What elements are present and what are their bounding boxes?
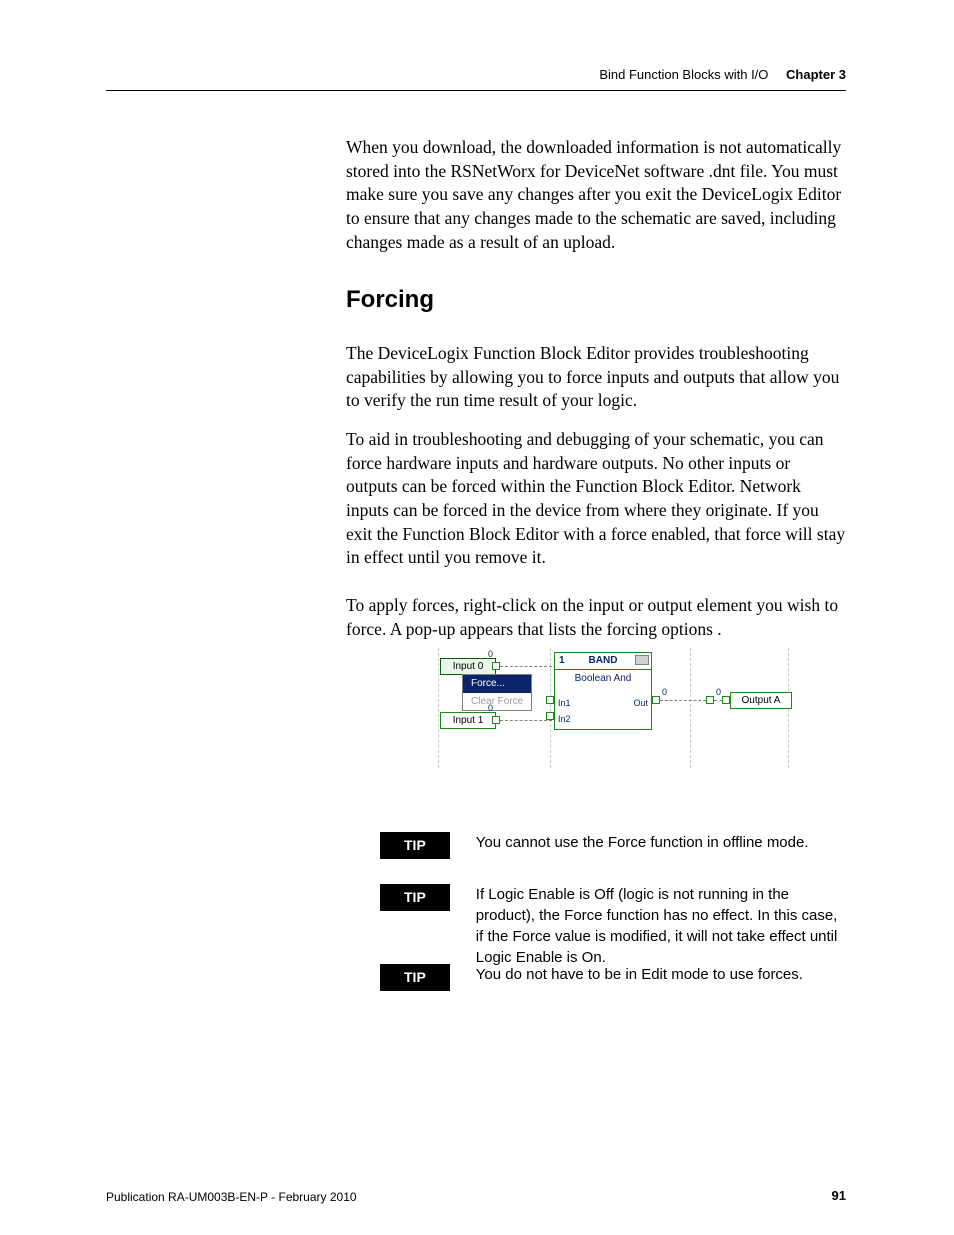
grid-line <box>690 648 691 768</box>
port-stub <box>492 662 500 670</box>
wire <box>660 700 706 701</box>
value-zero: 0 <box>662 686 667 698</box>
tip-text: You cannot use the Force function in off… <box>476 832 846 853</box>
tip-row: TIP You cannot use the Force function in… <box>380 832 846 859</box>
port-stub <box>706 696 714 704</box>
port-stub <box>492 716 500 724</box>
header-section: Bind Function Blocks with I/O <box>599 67 768 82</box>
tip-badge: TIP <box>380 832 450 859</box>
heading-forcing: Forcing <box>346 284 846 316</box>
header-chapter: Chapter 3 <box>786 67 846 82</box>
menu-item-clear-force: Clear Force <box>463 693 531 711</box>
port-stub <box>652 696 660 704</box>
tip-row: TIP If Logic Enable is Off (logic is not… <box>380 884 846 968</box>
input1-node[interactable]: Input 1 <box>440 712 496 729</box>
context-menu: Force... Clear Force <box>462 674 532 711</box>
band-block[interactable]: 1 BAND Boolean And In1 In2 Out <box>554 652 652 730</box>
output-node[interactable]: Output A <box>730 692 792 709</box>
input0-node[interactable]: Input 0 <box>440 658 496 675</box>
paragraph-forcing-howto: To apply forces, right-click on the inpu… <box>346 594 846 641</box>
page-number: 91 <box>832 1187 846 1205</box>
block-subtitle: Boolean And <box>555 670 651 688</box>
block-title: BAND <box>589 655 618 666</box>
forcing-diagram: 0 Input 0 Force... Clear Force 0 Input 1… <box>440 648 800 768</box>
port-stub <box>722 696 730 704</box>
port-stub <box>546 712 554 720</box>
header-rule <box>106 90 846 91</box>
menu-item-force[interactable]: Force... <box>463 675 531 693</box>
paragraph-download: When you download, the downloaded inform… <box>346 136 846 254</box>
tip-badge: TIP <box>380 964 450 991</box>
tip-text: You do not have to be in Edit mode to us… <box>476 964 846 985</box>
wire <box>500 666 552 667</box>
running-header: Bind Function Blocks with I/O Chapter 3 <box>599 66 846 84</box>
publication-id: Publication RA-UM003B-EN-P - February 20… <box>106 1189 357 1205</box>
wire <box>500 720 552 721</box>
tip-badge: TIP <box>380 884 450 911</box>
tip-row: TIP You do not have to be in Edit mode t… <box>380 964 846 991</box>
pin-in1: In1 <box>558 697 571 709</box>
pin-out: Out <box>633 697 648 709</box>
tip-text: If Logic Enable is Off (logic is not run… <box>476 884 846 968</box>
port-stub <box>546 696 554 704</box>
paragraph-forcing-intro: The DeviceLogix Function Block Editor pr… <box>346 342 846 413</box>
block-index: 1 <box>559 654 565 668</box>
value-zero: 0 <box>716 686 721 698</box>
block-corner-icon <box>635 655 649 665</box>
grid-line <box>438 648 439 768</box>
paragraph-forcing-detail: To aid in troubleshooting and debugging … <box>346 428 846 570</box>
pin-in2: In2 <box>558 713 571 725</box>
